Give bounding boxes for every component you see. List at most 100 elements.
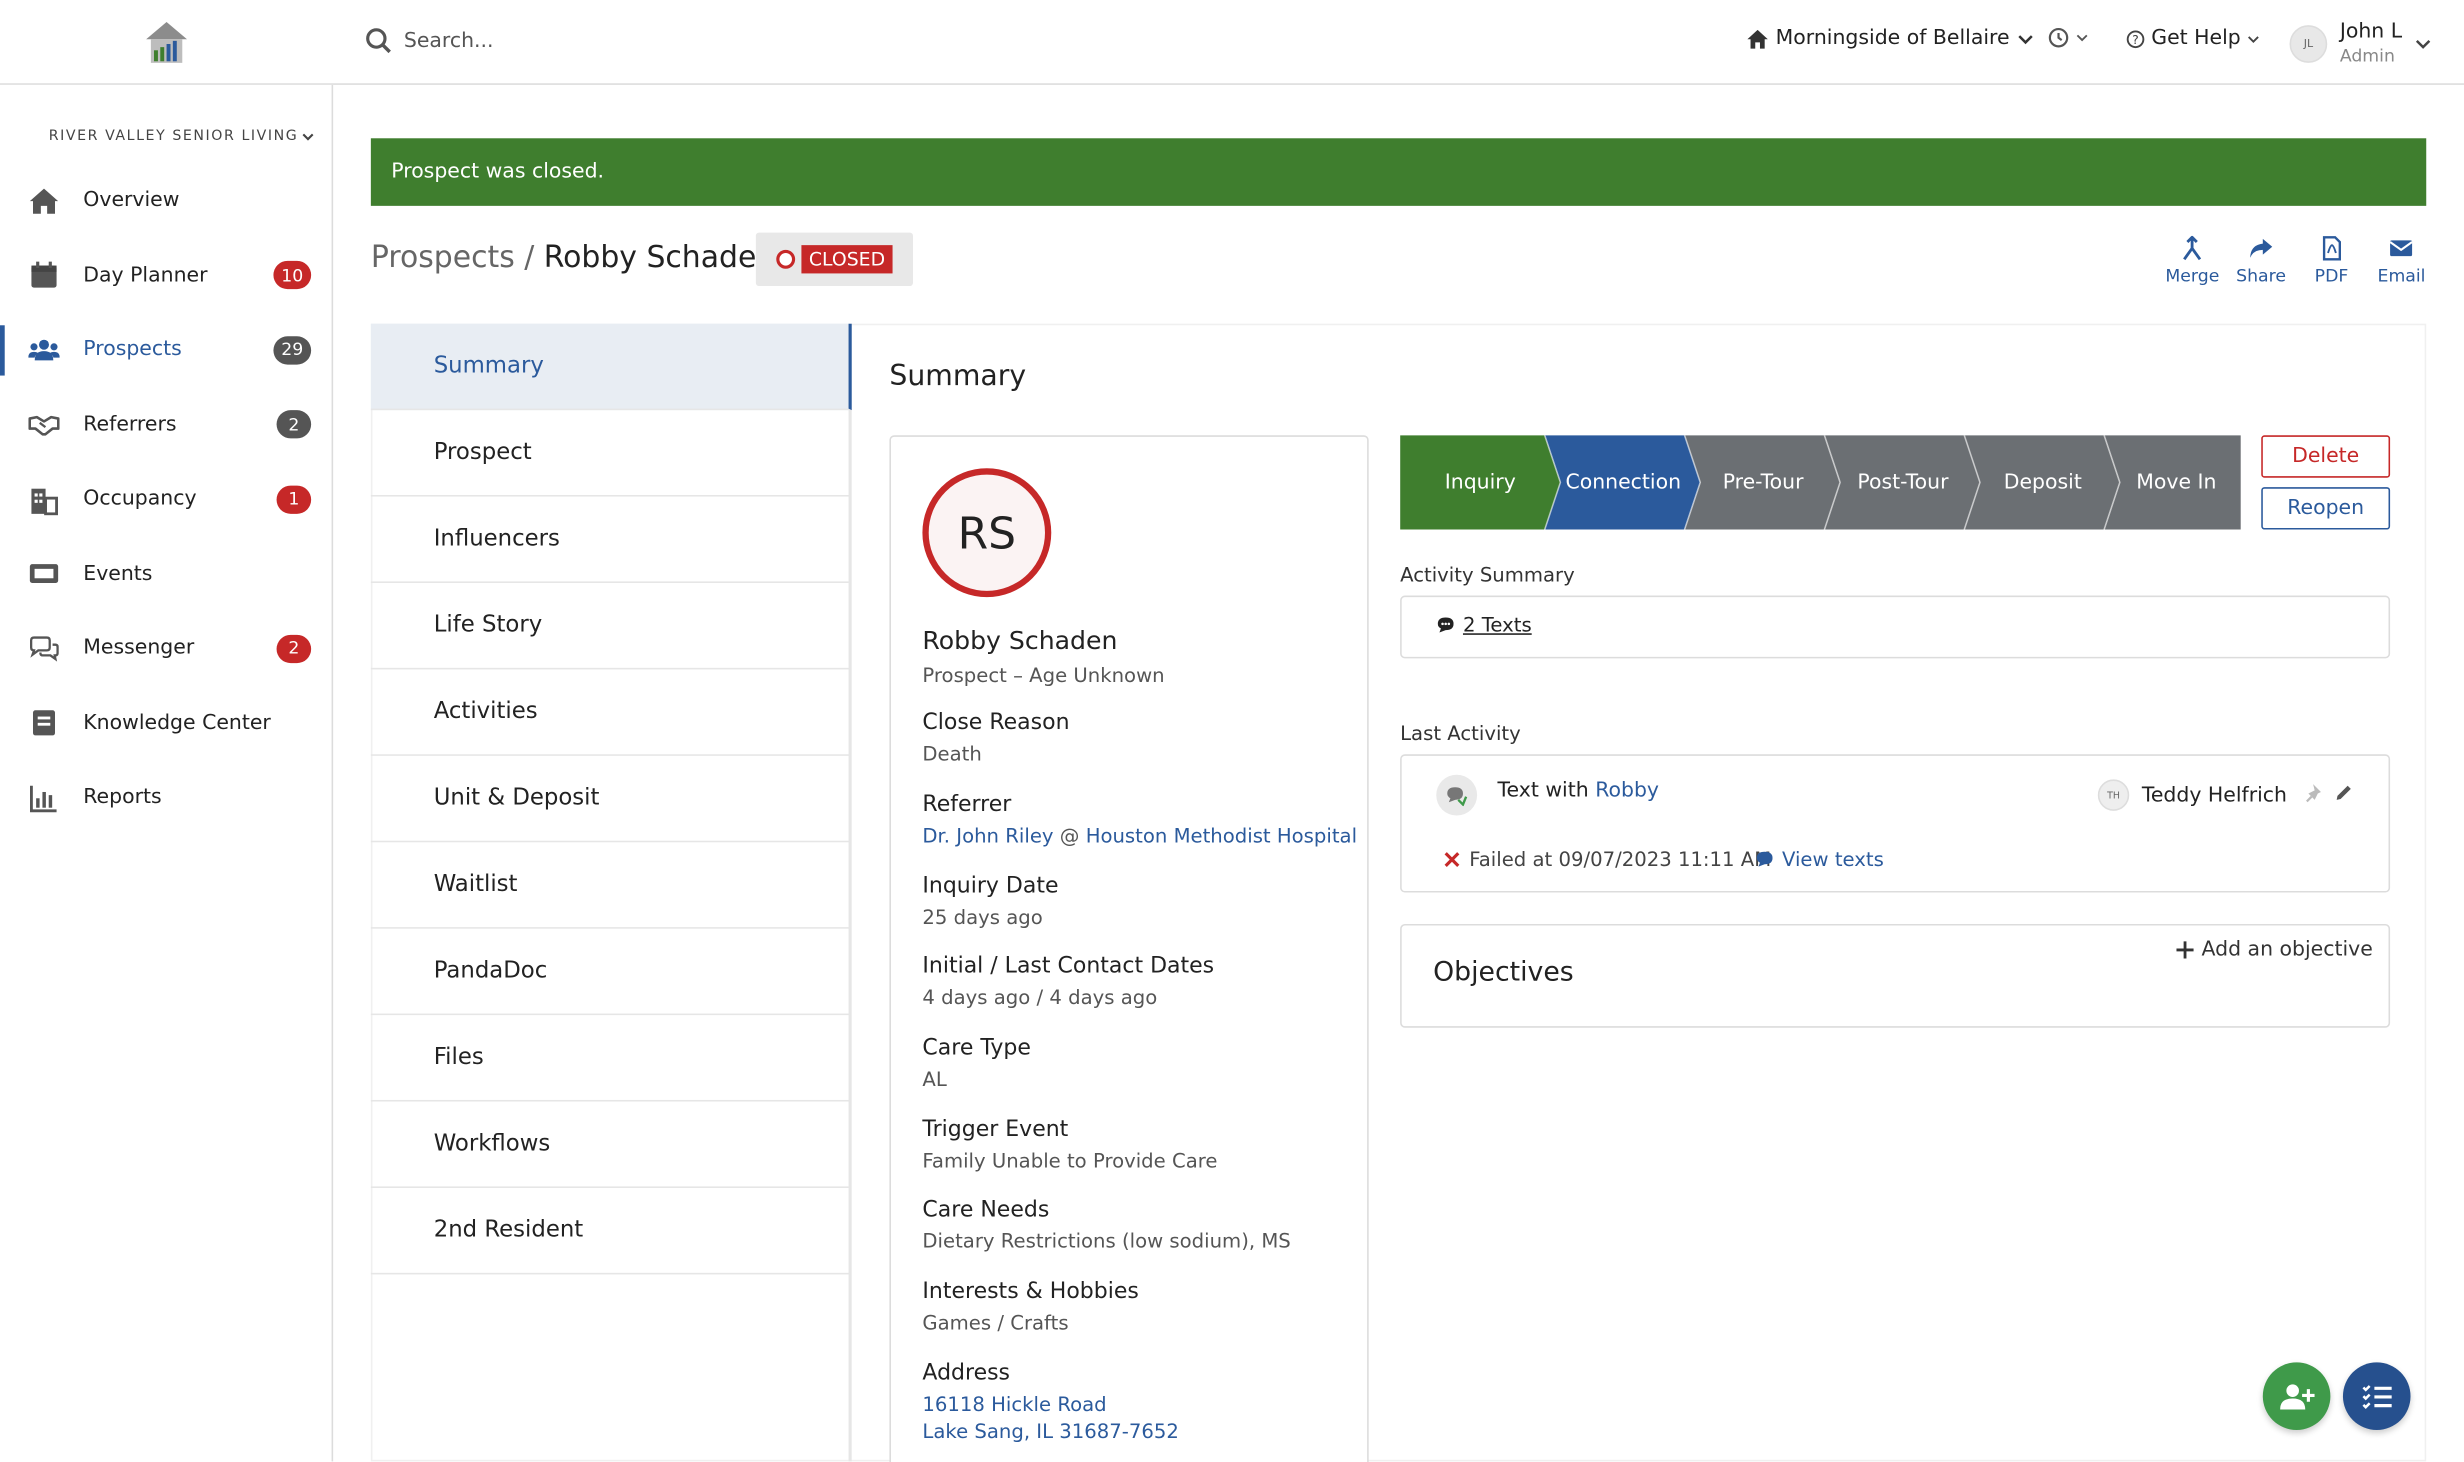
field-label: Trigger Event [922,1117,1069,1143]
breadcrumb-prospects-link[interactable]: Prospects [371,240,515,275]
field-label: Referrer [922,791,1012,818]
sidebar-item-knowledge-center[interactable]: Knowledge Center [0,686,333,761]
sidebar-item-prospects[interactable]: Prospects 29 [0,313,333,388]
tab-2nd-resident[interactable]: 2nd Resident [370,1188,849,1275]
failed-status: Failed at 09/07/2023 11:11 AM [1444,847,1771,871]
tab-files[interactable]: Files [370,1015,849,1102]
merge-icon [2183,235,2202,261]
home-logo-icon[interactable] [143,19,190,66]
tasks-fab[interactable] [2342,1362,2411,1430]
stage-pre-tour[interactable]: Pre-Tour [1692,435,1833,529]
envelope-icon [2389,240,2414,257]
tab-pandadoc[interactable]: PandaDoc [370,929,849,1016]
tab-life-story[interactable]: Life Story [370,583,849,670]
stage-post-tour[interactable]: Post-Tour [1832,435,1973,529]
last-activity-label: Last Activity [1400,721,1521,745]
tab-activities[interactable]: Activities [370,669,849,756]
trigger-event-value: Family Unable to Provide Care [922,1148,1218,1173]
referrer-person-link[interactable]: Dr. John Riley [922,823,1053,847]
get-help-button[interactable]: ? Get Help [2126,26,2259,51]
pin-icon[interactable] [2305,783,2325,803]
referrer-at: @ [1059,823,1080,847]
activity-summary-label: Activity Summary [1400,562,1575,587]
activity-owner-name: Teddy Helfrich [2141,783,2287,807]
tab-prospect[interactable]: Prospect [370,410,849,497]
history-button[interactable] [2048,27,2089,49]
sidebar-nav: Overview Day Planner 10 Prospects 29 Ref… [0,163,333,835]
merge-label: Merge [2165,265,2220,286]
tab-workflows[interactable]: Workflows [370,1102,849,1188]
sidebar-item-referrers[interactable]: Referrers 2 [0,387,333,462]
bar-chart-icon [30,785,57,812]
view-texts-link[interactable]: View texts [1755,847,1884,871]
address-line2-link[interactable]: Lake Sang, IL 31687-7652 [922,1417,1178,1444]
org-select[interactable]: RIVER VALLEY SENIOR LIVING [49,129,314,145]
activity-contact-link[interactable]: Robby [1595,779,1659,803]
avatar: JL [2289,25,2328,63]
sidebar-item-label: Knowledge Center [83,711,271,736]
user-menu[interactable]: JL John L Admin [2289,20,2431,67]
inquiry-date-value: 25 days ago [922,905,1043,929]
community-select[interactable]: Morningside of Bellaire [1747,27,2033,50]
sidebar-item-day-planner[interactable]: Day Planner 10 [0,238,333,313]
address-line1-link[interactable]: 16118 Hickle Road [922,1391,1178,1418]
activity-summary-box: 2 Texts [1400,595,2391,659]
sidebar-item-messenger[interactable]: Messenger 2 [0,611,333,686]
user-name: John L [2339,20,2403,44]
reopen-button[interactable]: Reopen [2261,487,2391,530]
sidebar-item-label: Events [83,562,153,586]
section-title: Summary [889,359,1027,393]
help-icon: ? [2126,29,2145,48]
chat-bubble-icon [1756,851,1773,867]
stage-inquiry[interactable]: Inquiry [1400,435,1560,529]
avatar: RS [922,468,1052,598]
add-objective-button[interactable]: Add an objective [2176,938,2373,962]
field-label: Close Reason [922,710,1070,736]
stage-connection[interactable]: Connection [1553,435,1694,529]
avatar: TH [2097,779,2130,811]
get-help-label: Get Help [2151,26,2241,51]
share-icon [2250,238,2273,258]
objectives-card: Objectives Add an objective [1400,923,2391,1028]
chevron-down-icon [2076,34,2088,42]
history-icon [2048,27,2069,48]
users-icon [28,339,60,361]
pencil-icon[interactable] [2334,783,2354,803]
org-name: RIVER VALLEY SENIOR LIVING [48,128,299,145]
sidebar-item-overview[interactable]: Overview [0,163,333,238]
add-prospect-fab[interactable] [2262,1362,2331,1430]
building-icon [31,488,58,515]
field-label: Address [922,1360,1011,1386]
stage-deposit[interactable]: Deposit [1972,435,2113,529]
breadcrumb-separator: / [524,240,535,275]
sidebar-item-occupancy[interactable]: Occupancy 1 [0,462,333,537]
ticket-icon [29,564,59,584]
email-button[interactable]: Email [2378,236,2426,286]
interests-value: Games / Crafts [922,1310,1069,1335]
contact-dates-value: 4 days ago / 4 days ago [922,985,1158,1009]
sidebar-item-label: Day Planner [83,263,208,288]
texts-count-link[interactable]: 2 Texts [1436,613,1532,636]
delete-button[interactable]: Delete [2261,435,2391,478]
count-badge: 10 [273,261,312,290]
stage-move-in[interactable]: Move In [2112,435,2241,529]
tab-summary[interactable]: Summary [370,323,852,411]
sidebar-item-label: Reports [83,786,162,810]
chat-bubble-icon [1437,617,1454,633]
tab-unit-deposit[interactable]: Unit & Deposit [370,756,849,843]
pdf-button[interactable]: PDF [2315,236,2348,286]
merge-button[interactable]: Merge [2165,235,2220,286]
breadcrumb-current: Robby Schaden [543,240,776,275]
activity-title: Text with Robby [1498,779,1659,803]
status-badge: CLOSED [755,232,913,286]
referrer-org-link[interactable]: Houston Methodist Hospital [1086,823,1357,847]
share-button[interactable]: Share [2236,236,2286,286]
breadcrumb: Prospects / Robby Schaden [371,240,775,275]
chevron-down-icon [2018,34,2033,44]
sidebar-item-events[interactable]: Events [0,537,333,612]
tab-influencers[interactable]: Influencers [370,497,849,583]
sidebar-item-reports[interactable]: Reports [0,761,333,836]
tab-waitlist[interactable]: Waitlist [370,842,849,929]
share-label: Share [2236,265,2286,286]
search-input[interactable] [403,21,1064,60]
